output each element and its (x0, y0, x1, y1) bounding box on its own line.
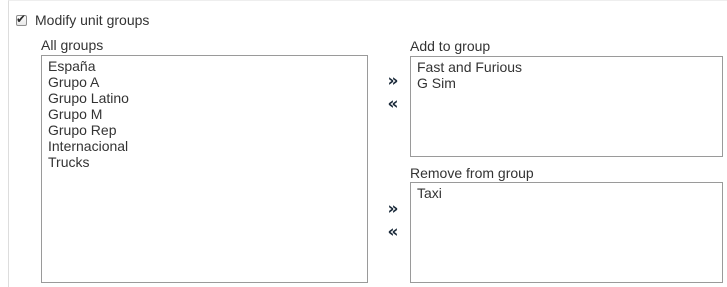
double-chevron-left-icon[interactable]: « (386, 224, 400, 241)
double-chevron-right-icon[interactable]: » (386, 73, 400, 90)
modify-unit-groups-row: ✔ Modify unit groups (16, 11, 149, 29)
modify-unit-groups-checkbox[interactable]: ✔ (16, 11, 27, 26)
all-groups-option[interactable]: Grupo Latino (48, 90, 367, 106)
checkmark-icon: ✔ (16, 11, 27, 26)
all-groups-option[interactable]: Trucks (48, 154, 367, 170)
double-chevron-right-icon[interactable]: » (386, 201, 400, 218)
all-groups-listbox[interactable]: España Grupo A Grupo Latino Grupo M Grup… (41, 55, 368, 283)
all-groups-option[interactable]: Grupo Rep (48, 122, 367, 138)
all-groups-option[interactable]: Internacional (48, 138, 367, 154)
double-chevron-left-icon[interactable]: « (386, 96, 400, 113)
add-to-group-option[interactable]: Fast and Furious (417, 59, 722, 75)
add-to-group-listbox[interactable]: Fast and Furious G Sim (410, 56, 723, 157)
remove-from-group-option[interactable]: Taxi (417, 185, 722, 201)
all-groups-option[interactable]: Grupo M (48, 106, 367, 122)
modify-unit-groups-label: Modify unit groups (35, 12, 150, 28)
add-to-group-option[interactable]: G Sim (417, 75, 722, 91)
all-groups-option[interactable]: Grupo A (48, 74, 367, 90)
add-to-group-label: Add to group (410, 38, 491, 54)
remove-from-group-label: Remove from group (410, 165, 534, 181)
all-groups-label: All groups (41, 37, 104, 53)
all-groups-option[interactable]: España (48, 58, 367, 74)
remove-from-group-listbox[interactable]: Taxi (410, 182, 723, 283)
